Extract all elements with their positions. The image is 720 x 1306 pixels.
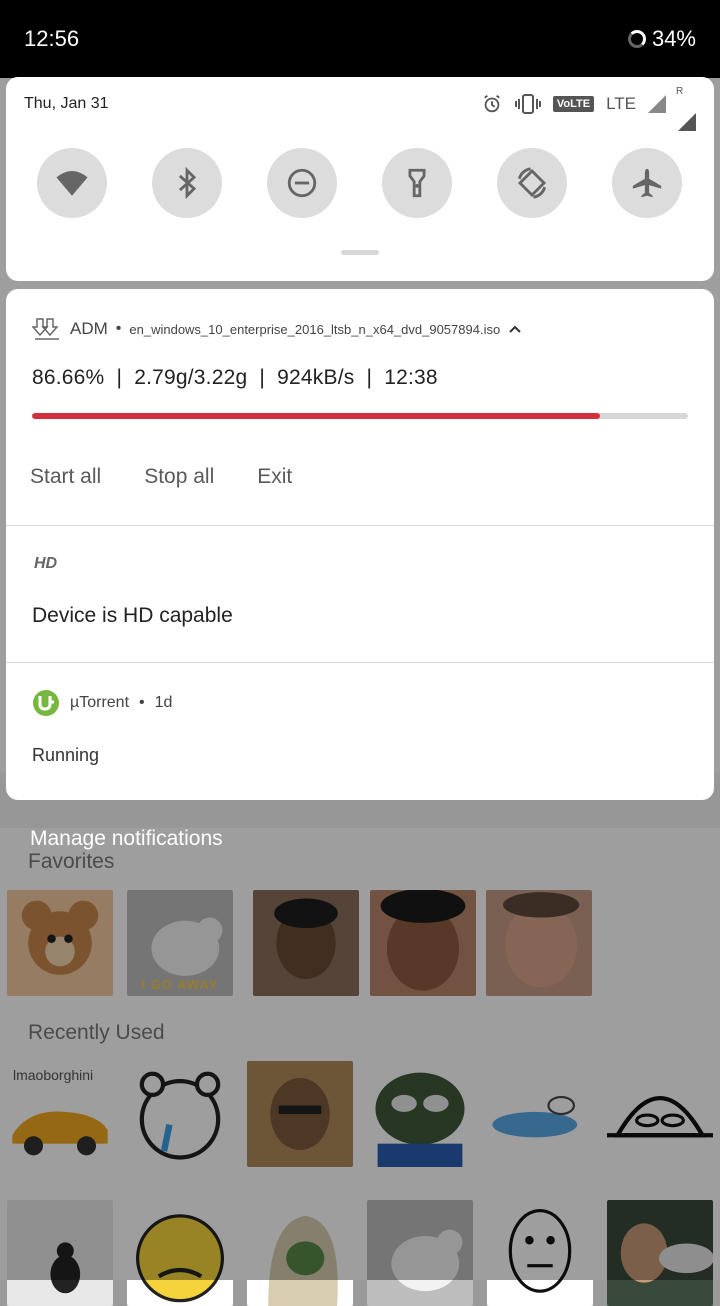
do-not-disturb-tile[interactable] — [267, 148, 337, 218]
quick-tiles — [37, 148, 687, 218]
notification-list: ADM • en_windows_10_enterprise_2016_ltsb… — [6, 289, 714, 800]
download-progress-text: 86.66% | 2.79g/3.22g | 924kB/s | 12:38 — [32, 366, 438, 389]
status-bar: 12:56 34% — [0, 0, 720, 78]
vibrate-icon — [514, 94, 541, 114]
divider — [6, 662, 714, 663]
wifi-icon — [56, 170, 88, 196]
manage-notifications-button[interactable]: Manage notifications — [30, 827, 223, 851]
download-progress-fill — [32, 413, 601, 419]
divider — [6, 525, 714, 526]
flashlight-tile[interactable] — [382, 148, 452, 218]
clock: 12:56 — [24, 26, 80, 51]
exit-button[interactable]: Exit — [257, 465, 292, 489]
drag-handle[interactable] — [341, 250, 379, 255]
header-separator: • — [115, 320, 122, 337]
download-icon — [32, 318, 59, 340]
status-icons: VoLTE LTE R — [481, 86, 696, 131]
flashlight-icon — [408, 168, 426, 198]
volte-badge: VoLTE — [552, 96, 595, 112]
adm-app-name: ADM — [70, 319, 108, 338]
date-label[interactable]: Thu, Jan 31 — [24, 95, 109, 113]
adm-actions: Start all Stop all Exit — [30, 465, 292, 489]
airplane-mode-tile[interactable] — [612, 148, 682, 218]
bluetooth-icon — [178, 166, 197, 200]
download-filename: en_windows_10_enterprise_2016_ltsb_n_x64… — [129, 321, 501, 337]
header-separator: • — [139, 694, 145, 711]
signal-roaming-icon — [678, 94, 696, 131]
battery-indicator: 34% — [627, 26, 696, 52]
battery-percent: 34% — [651, 26, 696, 51]
quick-settings-panel: Thu, Jan 31 VoLTE LTE R — [6, 77, 714, 281]
utorrent-time: 1d — [154, 694, 173, 711]
alarm-icon — [484, 94, 500, 113]
utorrent-notification-header[interactable]: µTorrent • 1d — [32, 689, 172, 717]
adm-notification-header[interactable]: ADM • en_windows_10_enterprise_2016_ltsb… — [32, 317, 522, 341]
hd-notification-text[interactable]: Device is HD capable — [32, 604, 233, 628]
network-type: LTE — [606, 94, 636, 113]
utorrent-app-name: µTorrent — [70, 694, 130, 711]
auto-rotate-tile[interactable] — [497, 148, 567, 218]
download-progress-bar — [32, 413, 688, 419]
stop-all-button[interactable]: Stop all — [144, 465, 214, 489]
utorrent-logo-icon — [33, 690, 59, 716]
roaming-indicator: R — [676, 86, 684, 97]
airplane-icon — [632, 168, 662, 198]
utorrent-status-text: Running — [32, 745, 100, 765]
start-all-button[interactable]: Start all — [30, 465, 101, 489]
bluetooth-tile[interactable] — [152, 148, 222, 218]
hd-notification-title: HD — [34, 555, 58, 572]
battery-icon — [627, 30, 646, 48]
chevron-up-icon[interactable] — [508, 324, 522, 334]
wifi-tile[interactable] — [37, 148, 107, 218]
signal-icon — [648, 95, 666, 113]
auto-rotate-icon — [517, 167, 547, 199]
do-not-disturb-icon — [287, 168, 317, 198]
